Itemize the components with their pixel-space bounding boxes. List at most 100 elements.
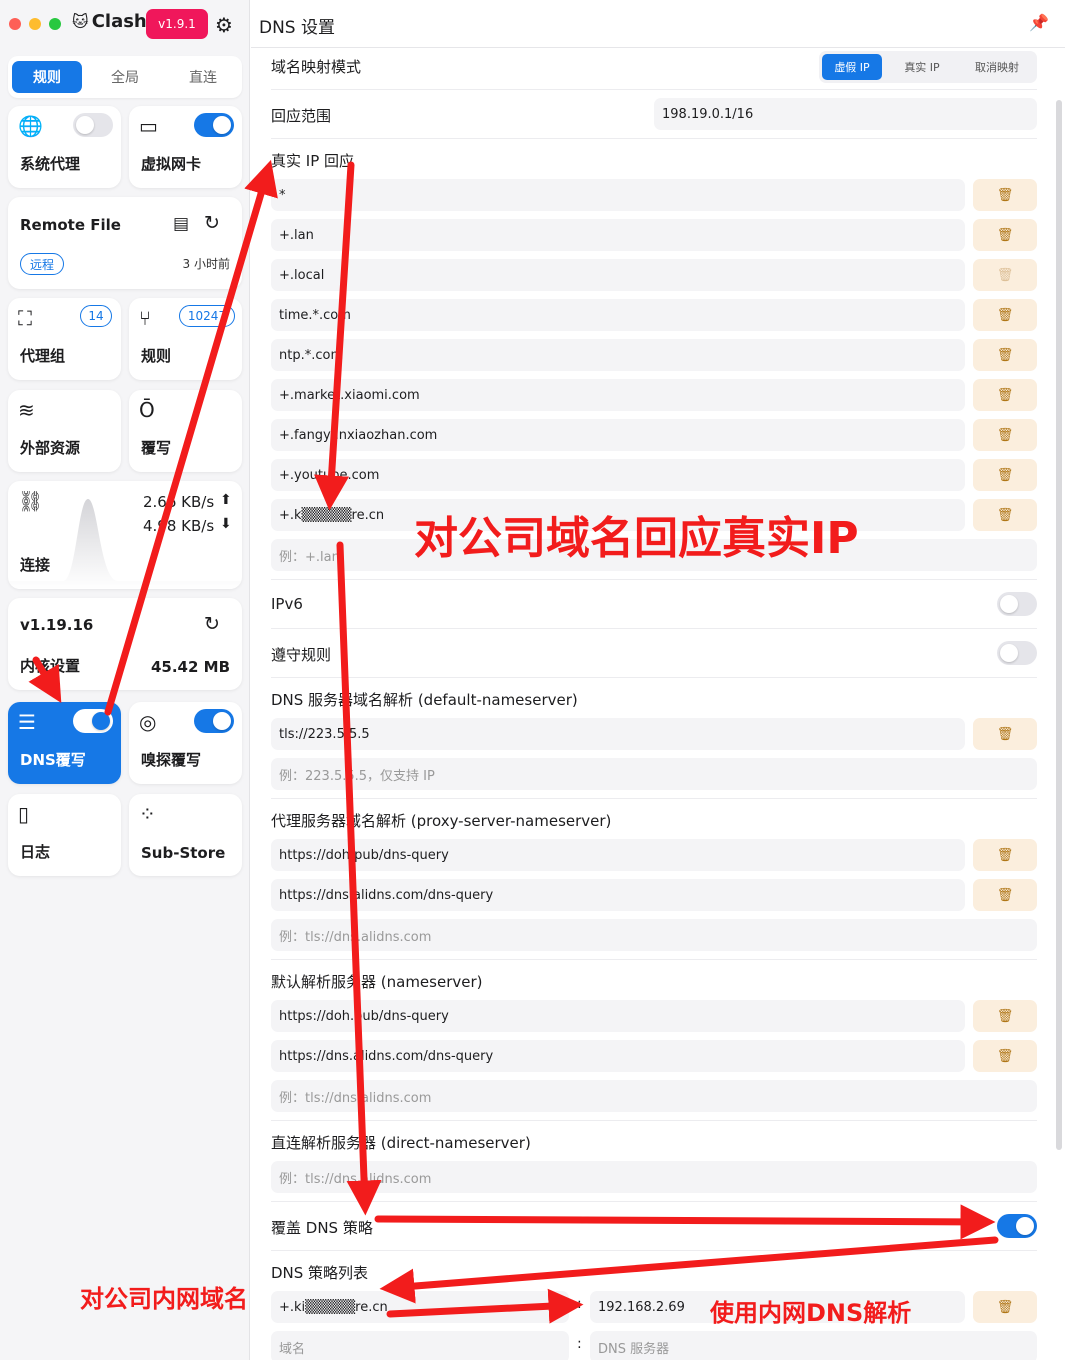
policy-separator: : (577, 1336, 582, 1352)
delete-trash-icon[interactable]: 🗑 (973, 1291, 1037, 1323)
divider (271, 1120, 1037, 1121)
fake-ip-filter-item[interactable]: +.lan (271, 219, 965, 251)
mode-tab-direct[interactable]: 直连 (168, 61, 238, 93)
system-proxy-toggle[interactable] (73, 113, 113, 137)
external-resources-label: 外部资源 (20, 439, 81, 457)
logs-card[interactable]: ▯ 日志 (8, 794, 121, 876)
fake-ip-filter-item[interactable]: * (271, 179, 965, 211)
nameserver-new-input[interactable]: 例：tls://dns.alidns.com (271, 1080, 1037, 1112)
fake-ip-filter-item[interactable]: +.youtube.com (271, 459, 965, 491)
policy-new-server-input[interactable]: DNS 服务器 (590, 1331, 1037, 1360)
close-window-button[interactable] (9, 18, 21, 30)
proxy-groups-card[interactable]: ⛶ 14 代理组 (8, 298, 121, 380)
connections-card[interactable]: ⛓ 2.66 KB/s ⬆ 4.98 KB/s ⬇ 连接 (8, 481, 242, 589)
sniff-override-toggle[interactable] (194, 709, 234, 733)
policy-domain-input[interactable]: +.ki▒▒▒▒▒re.cn (271, 1291, 569, 1323)
rules-label: 规则 (141, 347, 172, 365)
nameserver-item[interactable]: https://dns.alidns.com/dns-query (271, 1040, 965, 1072)
header: DNS 设置 📌 (251, 0, 1065, 48)
fork-icon: ⑂ (139, 306, 151, 330)
mode-no-mapping[interactable]: 取消映射 (961, 54, 1033, 80)
system-proxy-card[interactable]: 🌐 系统代理 (8, 106, 121, 188)
restart-icon[interactable]: ↻ (204, 613, 220, 635)
sniff-override-card[interactable]: ◎ 嗅探覆写 (129, 702, 242, 784)
fake-ip-range-input[interactable]: 198.19.0.1/16 (654, 98, 1037, 130)
delete-trash-icon[interactable]: 🗑 (973, 499, 1037, 531)
system-proxy-label: 系统代理 (20, 155, 81, 173)
zoom-window-button[interactable] (49, 18, 61, 30)
annotation-intranet-dns: 使用内网DNS解析 (710, 1299, 912, 1327)
override-card[interactable]: Ō 覆写 (129, 390, 242, 472)
pin-icon[interactable]: 📌 (1029, 13, 1049, 32)
rules-card[interactable]: ⑂ 10247 规则 (129, 298, 242, 380)
dns-override-toggle[interactable] (73, 709, 113, 733)
core-version: v1.19.16 (20, 616, 94, 634)
fake-ip-filter-item[interactable]: +.fangyanxiaozhan.com (271, 419, 965, 451)
fake-ip-filter-item[interactable]: time.*.com (271, 299, 965, 331)
default-nameserver-item[interactable]: tls://223.5.5.5 (271, 718, 965, 750)
delete-trash-icon[interactable]: 🗑 (973, 1000, 1037, 1032)
policy-separator: : (577, 1296, 582, 1312)
delete-trash-icon[interactable]: 🗑 (973, 259, 1037, 291)
mode-segment: 规则 全局 直连 (8, 56, 242, 98)
ipv6-label: IPv6 (271, 595, 303, 613)
dns-settings-panel: DNS 设置 📌 域名映射模式 虚假 IP 真实 IP 取消映射 回应范围 19… (251, 0, 1065, 1360)
dns-override-card[interactable]: ☰ DNS覆写 (8, 702, 121, 784)
divider (271, 579, 1037, 580)
default-nameserver-label: DNS 服务器域名解析 (default-nameserver) (271, 691, 578, 709)
divider (271, 138, 1037, 139)
remote-file-card[interactable]: Remote File ▤ ↻ 远程 3 小时前 (8, 197, 242, 289)
override-policy-toggle[interactable] (997, 1214, 1037, 1238)
proxy-groups-label: 代理组 (20, 347, 66, 365)
mode-tab-global[interactable]: 全局 (90, 61, 160, 93)
delete-trash-icon[interactable]: 🗑 (973, 179, 1037, 211)
version-badge[interactable]: v1.9.1 (146, 9, 208, 39)
proxy-server-nameserver-item[interactable]: https://dns.alidns.com/dns-query (271, 879, 965, 911)
delete-trash-icon[interactable]: 🗑 (973, 299, 1037, 331)
mode-tab-rule[interactable]: 规则 (12, 61, 82, 93)
mode-real-ip[interactable]: 真实 IP (887, 54, 957, 80)
divider (271, 1250, 1037, 1251)
minimize-window-button[interactable] (29, 18, 41, 30)
ipv6-toggle[interactable] (997, 592, 1037, 616)
enhanced-mode-label: 域名映射模式 (271, 58, 362, 76)
nameserver-label: 默认解析服务器 (nameserver) (271, 973, 483, 991)
delete-trash-icon[interactable]: 🗑 (973, 339, 1037, 371)
refresh-icon[interactable]: ↻ (204, 212, 220, 234)
tun-card[interactable]: ▭ 虚拟网卡 (129, 106, 242, 188)
delete-trash-icon[interactable]: 🗑 (973, 379, 1037, 411)
default-nameserver-new-input[interactable]: 例：223.5.5.5，仅支持 IP (271, 758, 1037, 790)
fake-ip-range-label: 回应范围 (271, 107, 332, 125)
dns-override-label: DNS覆写 (20, 751, 86, 769)
delete-trash-icon[interactable]: 🗑 (973, 718, 1037, 750)
sub-store-card[interactable]: ⁘ Sub-Store (129, 794, 242, 876)
fake-ip-filter-item[interactable]: +.market.xiaomi.com (271, 379, 965, 411)
core-card[interactable]: v1.19.16 ↻ 内核设置 45.42 MB (8, 598, 242, 690)
gear-icon[interactable]: ⚙ (215, 13, 233, 37)
delete-trash-icon[interactable]: 🗑 (973, 459, 1037, 491)
fake-ip-filter-item[interactable]: ntp.*.com (271, 339, 965, 371)
delete-trash-icon[interactable]: 🗑 (973, 419, 1037, 451)
nameserver-item[interactable]: https://doh.pub/dns-query (271, 1000, 965, 1032)
delete-trash-icon[interactable]: 🗑 (973, 839, 1037, 871)
upload-arrow-icon: ⬆ (220, 492, 232, 508)
delete-trash-icon[interactable]: 🗑 (973, 1040, 1037, 1072)
policy-new-domain-input[interactable]: 域名 (271, 1331, 569, 1360)
delete-trash-icon[interactable]: 🗑 (973, 219, 1037, 251)
scrollbar[interactable] (1056, 100, 1062, 1150)
external-resources-card[interactable]: ≋ 外部资源 (8, 390, 121, 472)
divider (271, 798, 1037, 799)
proxy-server-nameserver-item[interactable]: https://doh.pub/dns-query (271, 839, 965, 871)
tun-label: 虚拟网卡 (141, 155, 202, 173)
mode-fake-ip[interactable]: 虚假 IP (822, 54, 882, 80)
document-icon[interactable]: ▤ (173, 214, 189, 234)
connections-label: 连接 (20, 556, 51, 574)
delete-trash-icon[interactable]: 🗑 (973, 879, 1037, 911)
respect-rules-toggle[interactable] (997, 641, 1037, 665)
fake-ip-filter-item[interactable]: +.local (271, 259, 965, 291)
tun-toggle[interactable] (194, 113, 234, 137)
enhanced-mode-segment: 虚假 IP 真实 IP 取消映射 (819, 51, 1037, 83)
policy-list-label: DNS 策略列表 (271, 1264, 369, 1282)
proxy-server-nameserver-new-input[interactable]: 例：tls://dns.alidns.com (271, 919, 1037, 951)
direct-nameserver-new-input[interactable]: 例：tls://dns.alidns.com (271, 1161, 1037, 1193)
